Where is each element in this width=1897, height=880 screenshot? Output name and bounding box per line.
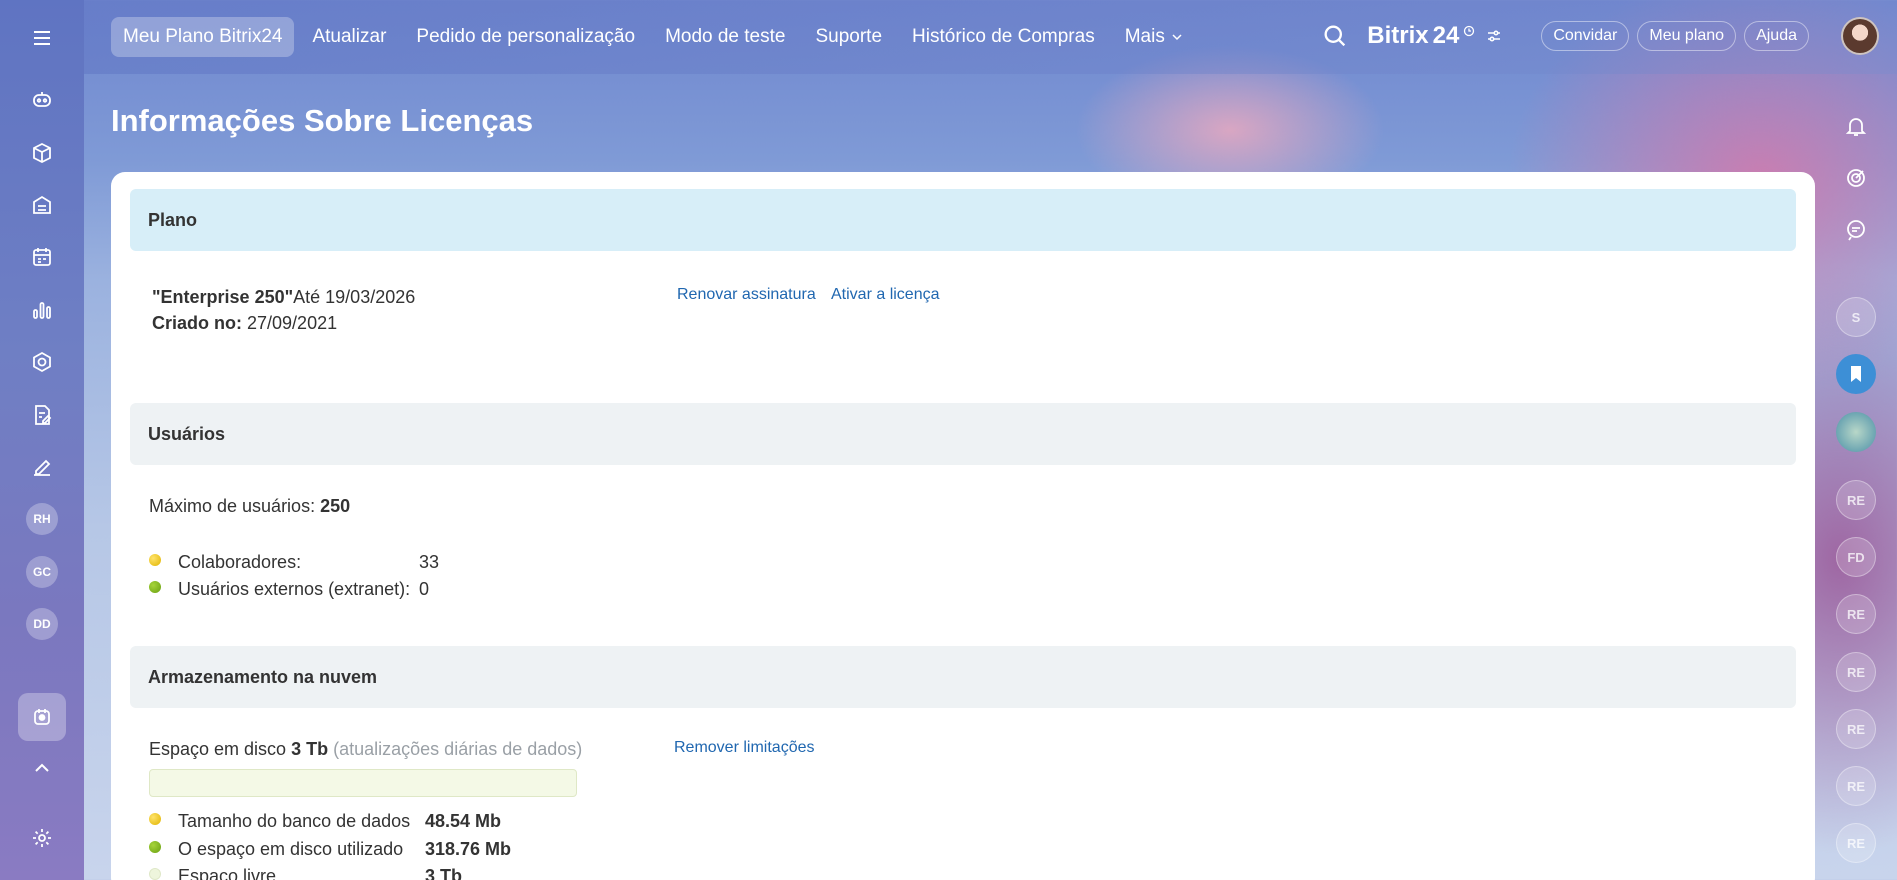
employees-value: 33 (419, 552, 440, 572)
used-space-value: 318.76 Mb (425, 839, 512, 859)
used-space-label: O espaço em disco utilizado (178, 839, 404, 859)
tab-more[interactable]: Mais (1113, 17, 1195, 57)
database-size-label: Tamanho do banco de dados (178, 811, 411, 831)
analytics-icon[interactable] (22, 290, 62, 330)
pen-icon[interactable] (22, 447, 62, 487)
plan-section-header: Plano (130, 189, 1796, 251)
sidebar-avatar-dd[interactable]: DD (26, 608, 58, 640)
search-icon[interactable] (1321, 22, 1349, 50)
storage-section-header: Armazenamento na nuvem (130, 646, 1796, 708)
max-users-label: Máximo de usuários: (149, 496, 316, 516)
top-bar: Meu Plano Bitrix24 Atualizar Pedido de p… (84, 0, 1897, 74)
document-sign-icon[interactable] (22, 395, 62, 435)
created-label: Criado no: (152, 313, 242, 333)
sidebar-avatar-rh[interactable]: RH (26, 503, 58, 535)
extranet-dot (149, 581, 161, 593)
plan-name-line: "Enterprise 250"Até 19/03/2026 (152, 287, 415, 308)
users-section-header: Usuários (130, 403, 1796, 465)
collapse-up-icon[interactable] (22, 748, 62, 788)
extranet-value: 0 (419, 579, 430, 599)
free-space-dot (149, 868, 161, 880)
tab-customization-request[interactable]: Pedido de personalização (404, 17, 647, 57)
disk-label: Espaço em disco (149, 739, 287, 759)
disk-note: (atualizações diárias de dados) (333, 739, 583, 759)
my-plan-button[interactable]: Meu plano (1637, 21, 1737, 51)
storage-usage-bar (149, 769, 577, 797)
tab-upgrade[interactable]: Atualizar (300, 17, 398, 57)
created-date: 27/09/2021 (247, 313, 338, 333)
remove-limitations-link[interactable]: Remover limitações (674, 739, 814, 757)
chat-icon[interactable] (1836, 210, 1876, 250)
page-title: Informações Sobre Licenças (111, 103, 534, 138)
license-icon[interactable] (18, 693, 66, 741)
free-space-value: 3 Tb (425, 866, 463, 880)
recent-chat-re-5[interactable]: RE (1836, 766, 1876, 806)
invite-button[interactable]: Convidar (1541, 21, 1630, 51)
right-rail: S RE FD RE RE RE RE RE (1815, 74, 1897, 880)
notifications-bell-icon[interactable] (1836, 106, 1876, 146)
database-dot (149, 813, 161, 825)
tab-support[interactable]: Suporte (803, 17, 894, 57)
employees-dot (149, 554, 161, 566)
plan-name: "Enterprise 250" (152, 287, 294, 307)
recent-chat-re-2[interactable]: RE (1836, 594, 1876, 634)
employees-label: Colaboradores: (178, 552, 302, 572)
chevron-down-icon (1172, 34, 1182, 41)
activate-license-link[interactable]: Ativar a licença (831, 286, 940, 304)
plan-until: Até 19/03/2026 (293, 287, 416, 307)
recent-chat-s[interactable]: S (1836, 297, 1876, 337)
plan-created-line: Criado no: 27/09/2021 (152, 313, 337, 334)
bookmark-icon[interactable] (1836, 354, 1876, 394)
bitrix24-logo[interactable]: Bitrix 24 (1367, 22, 1503, 50)
free-space-label: Espaço livre (178, 866, 277, 880)
group-avatar[interactable] (1836, 412, 1876, 452)
database-size-value: 48.54 Mb (425, 811, 502, 831)
sliders-icon[interactable] (1485, 27, 1503, 45)
extranet-label: Usuários externos (extranet): (178, 579, 411, 599)
clock-icon (1464, 25, 1475, 37)
user-avatar[interactable] (1841, 17, 1879, 55)
license-info-card: Plano "Enterprise 250"Até 19/03/2026 Cri… (111, 172, 1815, 880)
box-icon[interactable] (22, 133, 62, 173)
recent-chat-re-4[interactable]: RE (1836, 709, 1876, 749)
left-sidebar: RH GC DD (0, 0, 84, 880)
menu-icon[interactable] (22, 18, 62, 58)
goals-target-icon[interactable] (1836, 158, 1876, 198)
help-button[interactable]: Ajuda (1744, 21, 1809, 51)
hexagon-icon[interactable] (22, 342, 62, 382)
used-space-dot (149, 841, 161, 853)
disk-space-line: Espaço em disco 3 Tb (atualizações diári… (149, 739, 582, 760)
tab-my-plan[interactable]: Meu Plano Bitrix24 (111, 17, 295, 57)
recent-chat-fd[interactable]: FD (1836, 537, 1876, 577)
tab-test-mode[interactable]: Modo de teste (653, 17, 797, 57)
max-users-value: 250 (320, 496, 351, 516)
recent-chat-re-6[interactable]: RE (1836, 823, 1876, 863)
top-right-controls: Bitrix 24 Convidar Meu plano Ajuda (1321, 17, 1879, 55)
recent-chat-re-3[interactable]: RE (1836, 652, 1876, 692)
settings-gear-icon[interactable] (22, 818, 62, 858)
tab-purchase-history[interactable]: Histórico de Compras (900, 17, 1107, 57)
max-users-line: Máximo de usuários: 250 (149, 496, 350, 517)
recent-chat-re-1[interactable]: RE (1836, 480, 1876, 520)
sidebar-avatar-gc[interactable]: GC (26, 556, 58, 588)
copilot-icon[interactable] (22, 80, 62, 120)
store-icon[interactable] (22, 185, 62, 225)
renew-subscription-link[interactable]: Renovar assinatura (677, 286, 816, 304)
calendar-tasks-icon[interactable] (22, 237, 62, 277)
disk-value: 3 Tb (291, 739, 329, 759)
main-nav-tabs: Meu Plano Bitrix24 Atualizar Pedido de p… (111, 17, 1195, 57)
